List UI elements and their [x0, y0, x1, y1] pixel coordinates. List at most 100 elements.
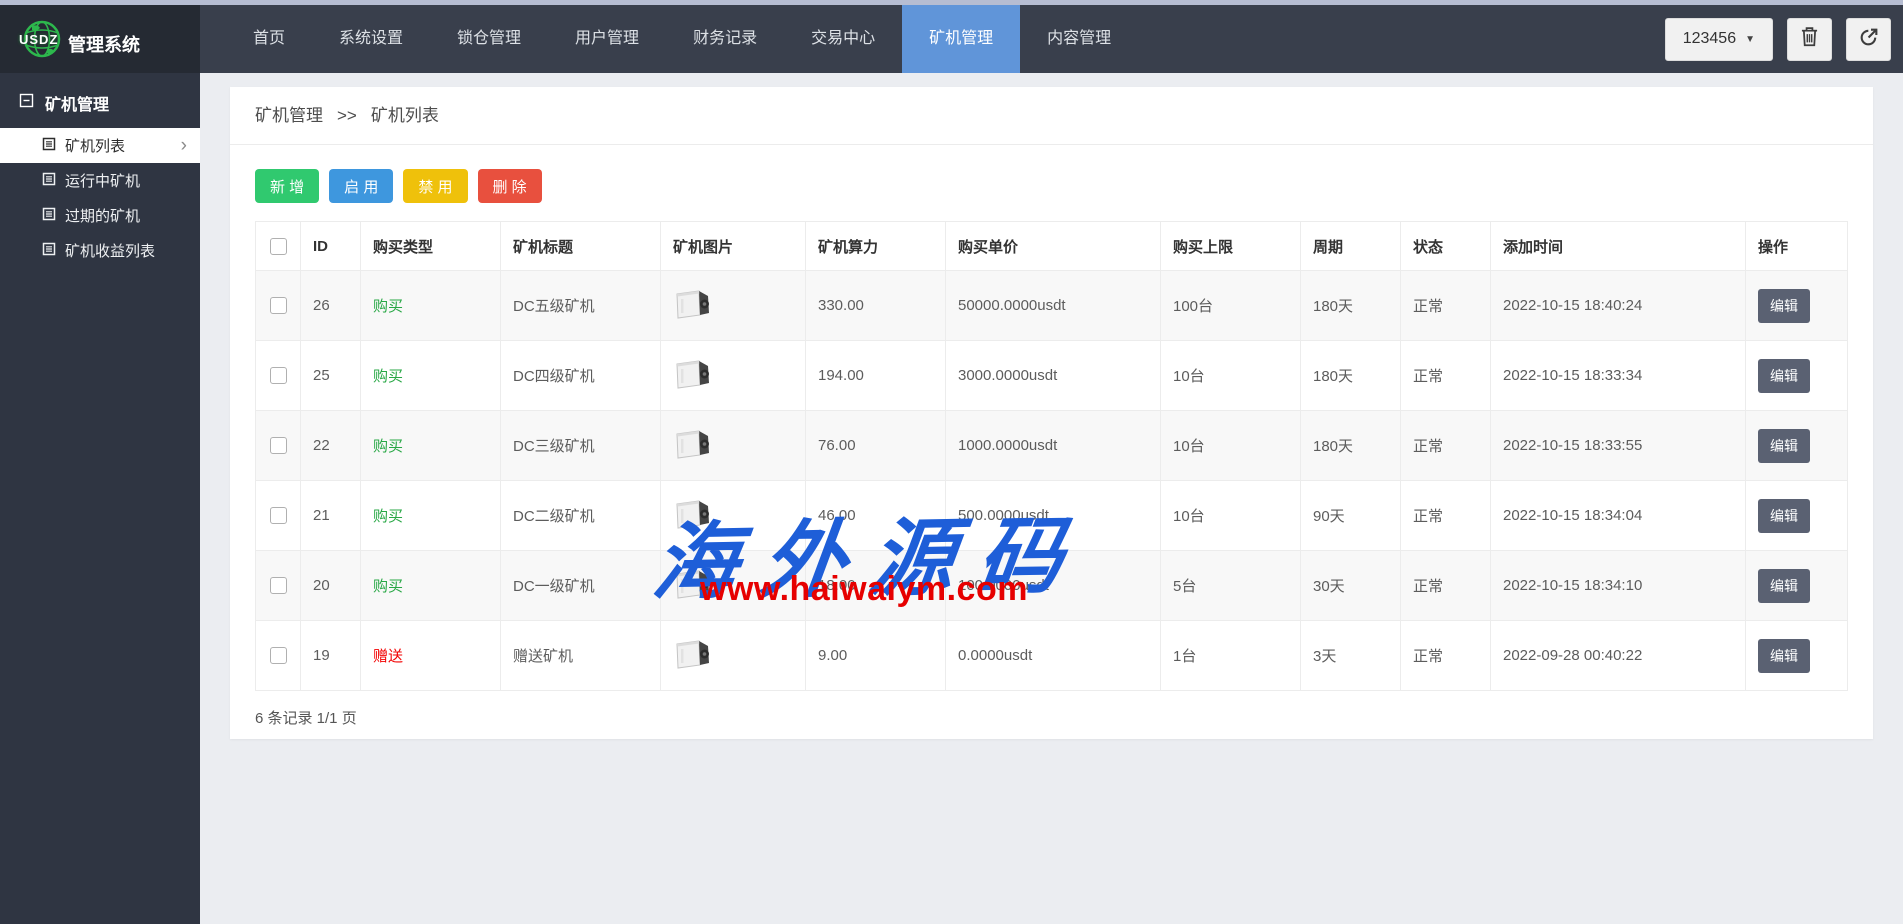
- table-row: 20 购买 DC一级矿机 18.00 100.0000usdt 5台 30天 正…: [256, 551, 1848, 621]
- globe-logo-icon: USDZ: [18, 16, 66, 62]
- sidebar: 矿机管理 矿机列表 › 运: [0, 73, 200, 924]
- cell-action: 编辑: [1746, 621, 1848, 691]
- edit-button[interactable]: 编辑: [1758, 499, 1810, 533]
- logout-button[interactable]: [1846, 18, 1891, 61]
- breadcrumb-parent[interactable]: 矿机管理: [255, 87, 323, 144]
- brand-text: USDZ: [19, 32, 58, 47]
- list-icon: [42, 137, 56, 155]
- content-card: 矿机管理 >> 矿机列表 新 增 启 用 禁 用 删 除: [230, 87, 1873, 739]
- cell-action: 编辑: [1746, 551, 1848, 621]
- cell-status: 正常: [1401, 621, 1491, 691]
- row-checkbox[interactable]: [270, 367, 287, 384]
- cell-price: 100.0000usdt: [946, 551, 1161, 621]
- cell-cycle: 30天: [1301, 551, 1401, 621]
- col-action: 操作: [1746, 222, 1848, 271]
- row-checkbox[interactable]: [270, 437, 287, 454]
- cell-cycle: 180天: [1301, 341, 1401, 411]
- breadcrumb-separator: >>: [337, 87, 357, 144]
- cell-time: 2022-10-15 18:33:55: [1491, 411, 1746, 481]
- user-name: 123456: [1683, 30, 1736, 48]
- miner-image: [673, 588, 713, 605]
- header-actions: 123456 ▼: [1665, 5, 1903, 73]
- sidebar-item-miner-income[interactable]: 矿机收益列表: [0, 233, 200, 268]
- cell-title: DC二级矿机: [501, 481, 661, 551]
- select-all-checkbox[interactable]: [270, 238, 287, 255]
- cell-title: DC三级矿机: [501, 411, 661, 481]
- caret-down-icon: ▼: [1745, 34, 1755, 45]
- top-accent-bar: [0, 0, 1903, 5]
- col-image: 矿机图片: [661, 222, 806, 271]
- cell-limit: 1台: [1161, 621, 1301, 691]
- cell-id: 21: [301, 481, 361, 551]
- cell-image: [661, 271, 806, 341]
- sidebar-item-running-miners[interactable]: 运行中矿机: [0, 163, 200, 198]
- cell-cycle: 3天: [1301, 621, 1401, 691]
- table-row: 25 购买 DC四级矿机 194.00 3000.0000usdt 10台 18…: [256, 341, 1848, 411]
- main-nav: 首页 系统设置 锁仓管理 用户管理 财务记录 交易中心 矿机管理 内容管理: [226, 5, 1138, 73]
- edit-button[interactable]: 编辑: [1758, 569, 1810, 603]
- user-dropdown[interactable]: 123456 ▼: [1665, 18, 1773, 61]
- row-checkbox[interactable]: [270, 507, 287, 524]
- nav-item-users[interactable]: 用户管理: [548, 5, 666, 73]
- cell-action: 编辑: [1746, 411, 1848, 481]
- miner-image: [673, 308, 713, 325]
- sidebar-section-miners[interactable]: 矿机管理: [0, 73, 200, 119]
- edit-button[interactable]: 编辑: [1758, 429, 1810, 463]
- nav-item-home[interactable]: 首页: [226, 5, 312, 73]
- cell-limit: 5台: [1161, 551, 1301, 621]
- cell-type: 购买: [361, 271, 501, 341]
- list-icon: [42, 172, 56, 190]
- select-all-cell: [256, 222, 301, 271]
- cell-id: 25: [301, 341, 361, 411]
- cell-price: 500.0000usdt: [946, 481, 1161, 551]
- delete-button[interactable]: 删 除: [478, 169, 542, 203]
- table-row: 19 赠送 赠送矿机 9.00 0.0000usdt 1台 3天 正常 2022…: [256, 621, 1848, 691]
- cell-power: 76.00: [806, 411, 946, 481]
- edit-button[interactable]: 编辑: [1758, 359, 1810, 393]
- table-row: 26 购买 DC五级矿机 330.00 50000.0000usdt 100台 …: [256, 271, 1848, 341]
- app-title: 管理系统: [68, 31, 140, 57]
- cell-title: DC五级矿机: [501, 271, 661, 341]
- toolbar: 新 增 启 用 禁 用 删 除: [255, 169, 1848, 203]
- row-checkbox[interactable]: [270, 647, 287, 664]
- cell-limit: 100台: [1161, 271, 1301, 341]
- enable-button[interactable]: 启 用: [329, 169, 393, 203]
- miner-image: [673, 378, 713, 395]
- cell-power: 46.00: [806, 481, 946, 551]
- nav-item-trade-center[interactable]: 交易中心: [784, 5, 902, 73]
- disable-button[interactable]: 禁 用: [403, 169, 467, 203]
- cell-image: [661, 341, 806, 411]
- sidebar-section-label: 矿机管理: [45, 91, 109, 115]
- sidebar-item-label: 运行中矿机: [65, 170, 140, 191]
- cell-cycle: 90天: [1301, 481, 1401, 551]
- row-checkbox[interactable]: [270, 577, 287, 594]
- cell-type: 购买: [361, 551, 501, 621]
- nav-item-lockup[interactable]: 锁仓管理: [430, 5, 548, 73]
- row-checkbox[interactable]: [270, 297, 287, 314]
- add-button[interactable]: 新 增: [255, 169, 319, 203]
- list-icon: [42, 207, 56, 225]
- cell-power: 18.00: [806, 551, 946, 621]
- list-icon: [42, 242, 56, 260]
- col-title: 矿机标题: [501, 222, 661, 271]
- cell-time: 2022-09-28 00:40:22: [1491, 621, 1746, 691]
- cell-limit: 10台: [1161, 411, 1301, 481]
- sidebar-item-expired-miners[interactable]: 过期的矿机: [0, 198, 200, 233]
- nav-item-system-settings[interactable]: 系统设置: [312, 5, 430, 73]
- edit-button[interactable]: 编辑: [1758, 289, 1810, 323]
- nav-item-finance[interactable]: 财务记录: [666, 5, 784, 73]
- nav-item-content[interactable]: 内容管理: [1020, 5, 1138, 73]
- cell-id: 26: [301, 271, 361, 341]
- cell-image: [661, 411, 806, 481]
- cell-type: 购买: [361, 341, 501, 411]
- nav-item-miners[interactable]: 矿机管理: [902, 5, 1020, 73]
- sidebar-item-miner-list[interactable]: 矿机列表 ›: [0, 128, 200, 163]
- miner-image: [673, 448, 713, 465]
- col-price: 购买单价: [946, 222, 1161, 271]
- edit-button[interactable]: 编辑: [1758, 639, 1810, 673]
- cell-status: 正常: [1401, 271, 1491, 341]
- miner-table: ID 购买类型 矿机标题 矿机图片 矿机算力 购买单价 购买上限 周期 状态 添…: [255, 221, 1848, 691]
- clear-cache-button[interactable]: [1787, 18, 1832, 61]
- cell-id: 22: [301, 411, 361, 481]
- cell-image: [661, 481, 806, 551]
